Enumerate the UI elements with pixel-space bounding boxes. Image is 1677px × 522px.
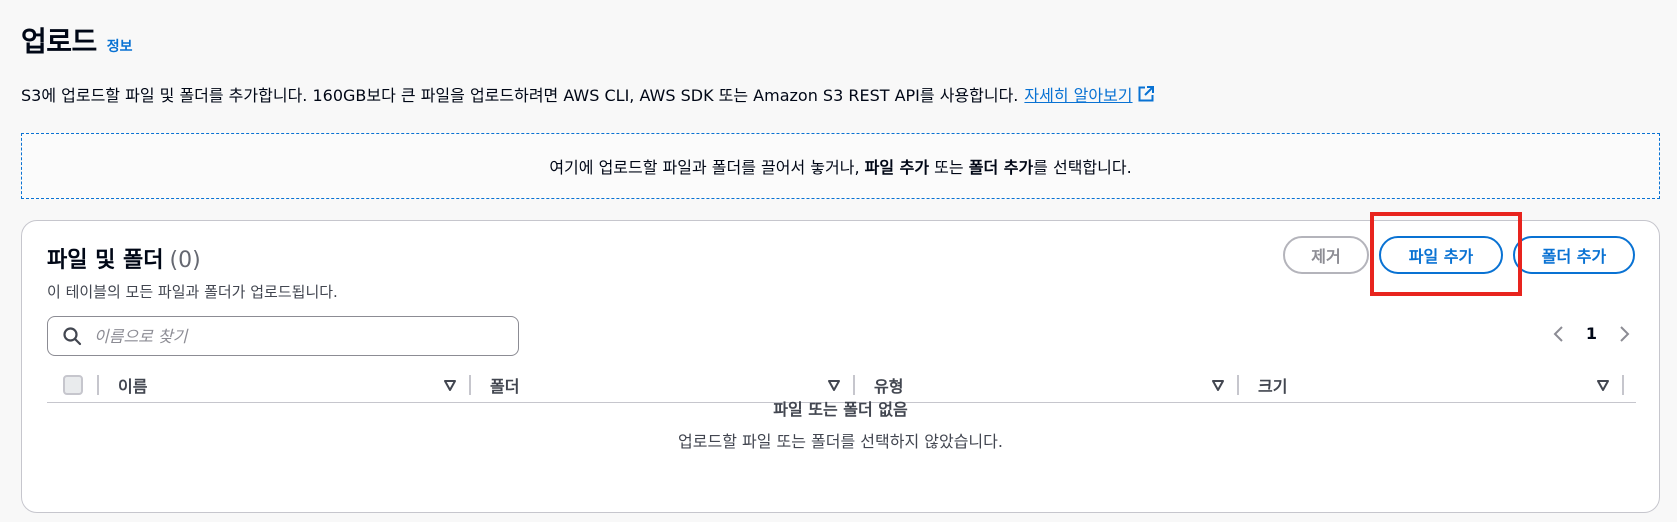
select-all-checkbox[interactable] [63,374,83,395]
dropzone-add-folder: 폴더 추가 [968,158,1034,177]
column-header-label: 폴더 [490,376,520,396]
drop-zone[interactable]: 여기에 업로드할 파일과 폴더를 끌어서 놓거나, 파일 추가 또는 폴더 추가… [21,133,1660,199]
page-title: 업로드 [21,25,97,58]
previous-page-icon[interactable] [1552,325,1564,343]
dropzone-suffix: 를 선택합니다. [1033,158,1132,177]
dropzone-add-files: 파일 추가 [864,158,930,177]
dropzone-prefix: 여기에 업로드할 파일과 폴더를 끌어서 놓거나, [549,158,860,177]
sort-icon [1596,378,1610,392]
external-link-icon [1137,85,1155,103]
files-folders-panel: 파일 및 폴더 (0) 이 테이블의 모든 파일과 폴더가 업로드됩니다. 제거… [21,220,1660,513]
panel-count: (0) [169,248,201,273]
learn-more-link[interactable]: 자세히 알아보기 [1024,82,1154,106]
panel-title-text: 파일 및 폴더 [47,248,164,273]
description-text: S3에 업로드할 파일 및 폴더를 추가합니다. 160GB보다 큰 파일을 업… [21,86,1019,105]
search-box [47,316,519,356]
learn-more-label: 자세히 알아보기 [1024,86,1133,105]
sort-icon [827,378,841,392]
remove-button[interactable]: 제거 [1283,236,1369,274]
page-description: S3에 업로드할 파일 및 폴더를 추가합니다. 160GB보다 큰 파일을 업… [21,82,1155,106]
next-page-icon[interactable] [1619,325,1631,343]
column-divider[interactable] [1622,374,1624,395]
panel-actions: 제거 파일 추가 폴더 추가 [1283,236,1635,274]
empty-state-title: 파일 또는 폴더 없음 [773,400,908,419]
empty-state: 파일 또는 폴더 없음 업로드할 파일 또는 폴더를 선택하지 않았습니다. [22,396,1659,452]
dropzone-or: 또는 [934,158,964,177]
column-header-label: 유형 [874,376,904,396]
column-header-label: 크기 [1258,376,1288,396]
search-input[interactable] [92,325,496,347]
add-folder-button[interactable]: 폴더 추가 [1513,236,1635,274]
info-link[interactable]: 정보 [107,36,133,56]
page-header: 업로드 정보 [21,20,133,60]
panel-subtitle: 이 테이블의 모든 파일과 폴더가 업로드됩니다. [47,283,338,301]
empty-state-description: 업로드할 파일 또는 폴더를 선택하지 않았습니다. [678,432,1003,451]
panel-title: 파일 및 폴더 (0) [47,242,201,274]
search-icon [62,326,82,346]
column-header-label: 이름 [118,376,148,396]
current-page-number[interactable]: 1 [1586,324,1597,343]
upload-page: 업로드 정보 S3에 업로드할 파일 및 폴더를 추가합니다. 160GB보다 … [0,0,1677,522]
add-files-button[interactable]: 파일 추가 [1379,236,1503,274]
sort-icon [443,378,457,392]
pagination: 1 [1552,324,1631,343]
sort-icon [1211,378,1225,392]
